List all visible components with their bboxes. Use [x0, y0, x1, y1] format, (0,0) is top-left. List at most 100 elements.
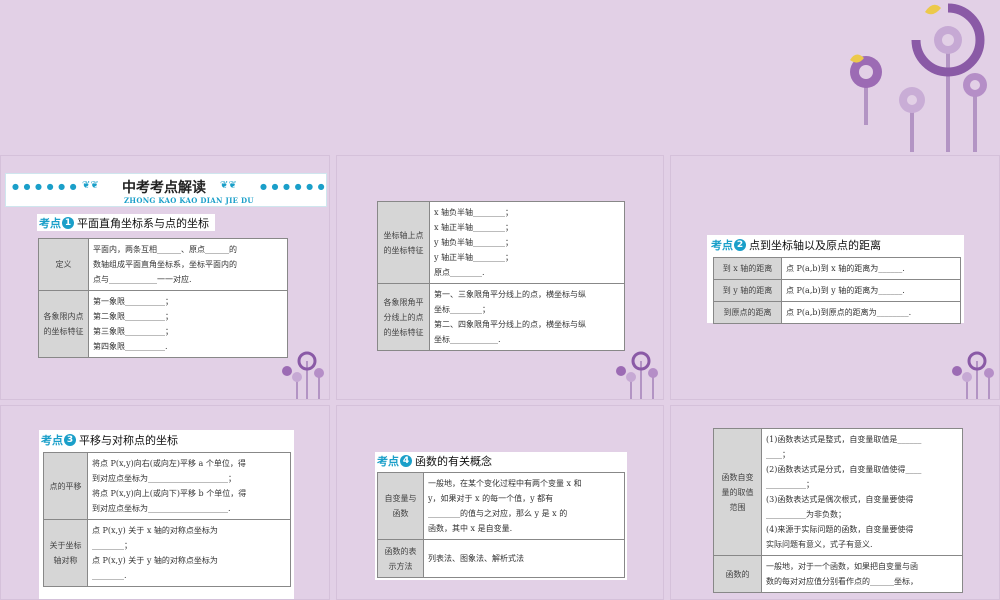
line: x 轴负半轴________； — [434, 208, 514, 217]
point-title: 函数的有关概念 — [415, 454, 492, 468]
table-row: 坐标轴上点的坐标特征 x 轴负半轴________； x 轴正半轴_______… — [377, 201, 625, 284]
point-number-badge: 4 — [400, 454, 412, 467]
row-content: 点 P(a,b)到 x 轴的距离为______. — [781, 257, 961, 280]
line: 一般地，在某个变化过程中有两个变量 x 和 — [428, 479, 582, 488]
banner-title: 中考考点解读 — [122, 180, 206, 196]
line: 到对应点坐标为____________________； — [92, 474, 236, 483]
line: ____； — [766, 450, 790, 459]
table-row: 点的平移 将点 P(x,y)向右(或向左)平移 a 个单位，得 到对应点坐标为_… — [43, 452, 291, 520]
point-3-table: 点的平移 将点 P(x,y)向右(或向左)平移 a 个单位，得 到对应点坐标为_… — [43, 452, 291, 587]
row-content: (1)函数表达式是整式，自变量取值是______ ____； (2)函数表达式是… — [761, 428, 963, 556]
line: ________； — [92, 541, 132, 550]
row-head: 到 y 轴的距离 — [713, 279, 782, 302]
row-head: 关于坐标轴对称 — [43, 519, 88, 587]
line: 到对应点坐标为____________________. — [92, 504, 231, 513]
point-4-table: 自变量与函数 一般地，在某个变化过程中有两个变量 x 和 y，如果对于 x 的每… — [377, 472, 625, 578]
table-row: 到 x 轴的距离点 P(a,b)到 x 轴的距离为______. — [713, 257, 961, 280]
row-head: 到 x 轴的距离 — [713, 257, 782, 280]
slide-panel-2: 坐标轴上点的坐标特征 x 轴负半轴________； x 轴正半轴_______… — [336, 155, 664, 400]
slide-panel-3: 考点 2 点到坐标轴以及原点的距离 到 x 轴的距离点 P(a,b)到 x 轴的… — [670, 155, 1000, 400]
table-row: 自变量与函数 一般地，在某个变化过程中有两个变量 x 和 y，如果对于 x 的每… — [377, 472, 625, 540]
line: __________为非负数； — [766, 510, 846, 519]
point-title: 点到坐标轴以及原点的距离 — [749, 238, 881, 252]
line: 实际问题有意义，式子有意义. — [766, 540, 873, 549]
table-row: 函数的 一般地，对于一个函数，如果把自变量与函 数的每对对应值分别看作点的___… — [713, 555, 963, 593]
line: 第三象限__________； — [93, 327, 173, 336]
line: __________； — [766, 480, 814, 489]
point-number-badge: 3 — [64, 433, 76, 446]
line: 第二、四象限角平分线上的点，横坐标与纵 — [434, 320, 586, 329]
line: y，如果对于 x 的每一个值，y 都有 — [428, 494, 554, 503]
row-head: 自变量与函数 — [377, 472, 424, 540]
slide-panel-5: 考点 4 函数的有关概念 自变量与函数 一般地，在某个变化过程中有两个变量 x … — [336, 405, 664, 600]
row-head: 函数的表示方法 — [377, 539, 424, 578]
banner-dots-right: ● ● ● ● ● ● — [260, 182, 326, 191]
section-banner: ● ● ● ● ● ● ❦❦ 中考考点解读 ❦❦ ● ● ● ● ● ● ZHO… — [5, 173, 327, 207]
line: 点与____________一一对应. — [93, 275, 192, 284]
point-tag: 考点 — [711, 238, 733, 252]
line: 第一象限__________； — [93, 297, 173, 306]
table-row: 关于坐标轴对称 点 P(x,y) 关于 x 轴的对称点坐标为 ________；… — [43, 519, 291, 587]
line: 一般地，对于一个函数，如果把自变量与函 — [766, 562, 918, 571]
point-3-heading: 考点 3 平移与对称点的坐标 — [39, 431, 184, 448]
banner-dots-left: ● ● ● ● ● ● — [12, 182, 78, 191]
line: 数轴组成平面直角坐标系，坐标平面内的 — [93, 260, 237, 269]
point-tag: 考点 — [39, 216, 61, 230]
table-row: 函数的表示方法 列表法、图象法、解析式法 — [377, 539, 625, 578]
row-head: 各象限内点的坐标特征 — [38, 290, 89, 358]
point-number-badge: 1 — [62, 216, 74, 229]
line: ________. — [92, 571, 127, 580]
row-head: 函数的 — [713, 555, 762, 593]
line: 数的每对对应值分别看作点的______坐标， — [766, 577, 918, 586]
point-tag: 考点 — [377, 454, 399, 468]
line: ________的值与之对应，那么 y 是 x 的 — [428, 509, 568, 518]
point-tag: 考点 — [41, 433, 63, 447]
line: 第四象限__________. — [93, 342, 168, 351]
point-4-table-continued: 函数自变量的取值范围 (1)函数表达式是整式，自变量取值是______ ____… — [713, 428, 963, 593]
table-row: 到 y 轴的距离点 P(a,b)到 y 轴的距离为______. — [713, 279, 961, 302]
banner-subtitle: ZHONG KAO KAO DIAN JIE DU — [124, 196, 254, 205]
line: 将点 P(x,y)向上(或向下)平移 b 个单位，得 — [92, 489, 247, 498]
line: 将点 P(x,y)向右(或向左)平移 a 个单位，得 — [92, 459, 246, 468]
line: (4)来源于实际问题的函数，自变量要使得 — [766, 525, 914, 534]
row-content: 一般地，在某个变化过程中有两个变量 x 和 y，如果对于 x 的每一个值，y 都… — [423, 472, 625, 540]
flower-small-icon — [282, 351, 324, 399]
line: 平面内，两条互相______、原点______的 — [93, 245, 237, 254]
row-head: 坐标轴上点的坐标特征 — [377, 201, 430, 284]
flower-small-icon — [616, 351, 658, 399]
slide-panel-1: ● ● ● ● ● ● ❦❦ 中考考点解读 ❦❦ ● ● ● ● ● ● ZHO… — [0, 155, 330, 400]
row-content: 将点 P(x,y)向右(或向左)平移 a 个单位，得 到对应点坐标为______… — [87, 452, 291, 520]
row-head: 点的平移 — [43, 452, 88, 520]
point-title: 平移与对称点的坐标 — [79, 433, 178, 447]
point-1-table: 定义 平面内，两条互相______、原点______的 数轴组成平面直角坐标系，… — [38, 238, 288, 358]
line: 函数，其中 x 是自变量. — [428, 524, 513, 533]
row-content: 第一、三象限角平分线上的点，横坐标与纵 坐标________； 第二、四象限角平… — [429, 283, 625, 351]
line: (2)函数表达式是分式，自变量取值使得____ — [766, 465, 922, 474]
swirl-left-icon: ❦❦ — [82, 180, 99, 191]
line: y 轴负半轴________； — [434, 238, 514, 247]
line: 原点________. — [434, 268, 485, 277]
row-content: 一般地，对于一个函数，如果把自变量与函 数的每对对应值分别看作点的______坐… — [761, 555, 963, 593]
row-content: 点 P(a,b)到原点的距离为________. — [781, 301, 961, 324]
row-content: x 轴负半轴________； x 轴正半轴________； y 轴负半轴__… — [429, 201, 625, 284]
swirl-right-icon: ❦❦ — [220, 180, 237, 191]
row-head: 函数自变量的取值范围 — [713, 428, 762, 556]
slide-panel-4: 考点 3 平移与对称点的坐标 点的平移 将点 P(x,y)向右(或向左)平移 a… — [0, 405, 330, 600]
line: 坐标____________. — [434, 335, 501, 344]
slide-panel-6: 函数自变量的取值范围 (1)函数表达式是整式，自变量取值是______ ____… — [670, 405, 1000, 600]
point-4-heading: 考点 4 函数的有关概念 — [375, 452, 498, 469]
row-content: 点 P(x,y) 关于 x 轴的对称点坐标为 ________； 点 P(x,y… — [87, 519, 291, 587]
table-row: 各象限内点的坐标特征 第一象限__________； 第二象限_________… — [38, 290, 288, 358]
line: 坐标________； — [434, 305, 490, 314]
row-head: 定义 — [38, 238, 89, 291]
point-number-badge: 2 — [734, 238, 746, 251]
table-row: 定义 平面内，两条互相______、原点______的 数轴组成平面直角坐标系，… — [38, 238, 288, 291]
table-row: 各象限角平分线上的点的坐标特征 第一、三象限角平分线上的点，横坐标与纵 坐标__… — [377, 283, 625, 351]
line: 第一、三象限角平分线上的点，横坐标与纵 — [434, 290, 586, 299]
point-2-table: 到 x 轴的距离点 P(a,b)到 x 轴的距离为______. 到 y 轴的距… — [713, 257, 961, 324]
row-content: 列表法、图象法、解析式法 — [423, 539, 625, 578]
point-title: 平面直角坐标系与点的坐标 — [77, 216, 209, 230]
row-content: 点 P(a,b)到 y 轴的距离为______. — [781, 279, 961, 302]
row-content: 平面内，两条互相______、原点______的 数轴组成平面直角坐标系，坐标平… — [88, 238, 288, 291]
row-head: 各象限角平分线上的点的坐标特征 — [377, 283, 430, 351]
